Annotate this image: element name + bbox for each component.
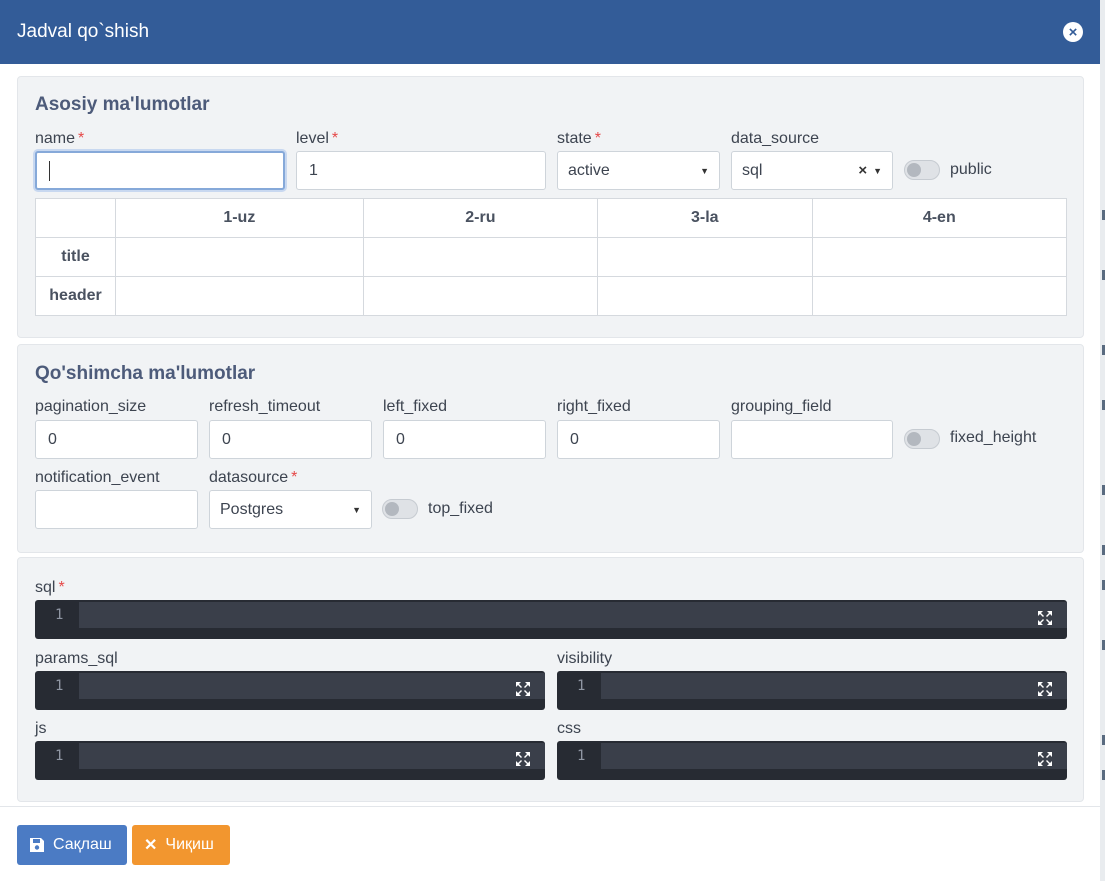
chevron-down-icon: ▼ (352, 504, 361, 515)
datasource-label: datasource * (209, 469, 298, 486)
line-number: 1 (577, 748, 586, 764)
modal-header: Jadval qo`shish × (0, 0, 1100, 64)
sql-label: sql * (35, 579, 65, 596)
js-editor[interactable]: 1 (35, 741, 545, 780)
active-line[interactable] (601, 673, 1067, 699)
exit-button[interactable]: ✕ Чиқиш (132, 825, 230, 865)
pagination-size-input[interactable]: 0 (35, 420, 198, 459)
line-number: 1 (55, 607, 64, 623)
table-row: title (35, 237, 1068, 277)
table-cell[interactable] (597, 237, 813, 277)
params-sql-label: params_sql (35, 650, 118, 667)
expand-icon[interactable] (515, 751, 531, 767)
extra-info-card: Qo'shimcha ma'lumotlar pagination_size 0… (17, 344, 1084, 553)
data-source-label: data_source (731, 130, 820, 147)
public-toggle[interactable] (904, 160, 940, 180)
modal-title: Jadval qo`shish (17, 21, 150, 42)
active-line[interactable] (79, 743, 545, 769)
public-label: public (950, 161, 992, 178)
add-table-modal: Jadval qo`shish × Asosiy ma'lumotlar nam… (0, 0, 1100, 881)
expand-icon[interactable] (1037, 610, 1053, 626)
expand-icon[interactable] (1037, 751, 1053, 767)
top-fixed-toggle[interactable] (382, 499, 418, 519)
exit-button-label: Чиқиш (165, 836, 214, 853)
right-fixed-input[interactable]: 0 (557, 420, 720, 459)
state-select[interactable]: active ▼ (557, 151, 720, 190)
table-cell[interactable] (362, 276, 599, 316)
modal-body: Asosiy ma'lumotlar name * level * 1 state *… (0, 64, 1100, 806)
active-line[interactable] (601, 743, 1067, 769)
line-number: 1 (55, 678, 64, 694)
times-icon: ✕ (144, 837, 158, 854)
close-icon[interactable]: × (1063, 22, 1083, 42)
row-header: title (35, 237, 116, 277)
left-fixed-input[interactable]: 0 (383, 420, 546, 459)
table-corner (35, 198, 116, 238)
notification-event-label: notification_event (35, 469, 160, 486)
refresh-timeout-label: refresh_timeout (209, 398, 321, 415)
basic-info-card: Asosiy ma'lumotlar name * level * 1 state *… (17, 76, 1084, 338)
table-cell[interactable] (115, 237, 364, 277)
visibility-editor[interactable]: 1 (557, 671, 1067, 710)
active-line[interactable] (79, 602, 1067, 628)
name-label: name * (35, 130, 85, 147)
line-number: 1 (55, 748, 64, 764)
datasource-select[interactable]: Postgres ▼ (209, 490, 372, 529)
modal-footer: Сақлаш ✕ Чиқиш (0, 806, 1100, 881)
column-header: 3-la (597, 198, 813, 238)
chevron-down-icon: ▼ (700, 165, 709, 176)
notification-event-input[interactable] (35, 490, 198, 529)
table-cell[interactable] (811, 237, 1068, 277)
table-cell[interactable] (362, 237, 599, 277)
table-cell[interactable] (811, 276, 1068, 316)
active-line[interactable] (79, 673, 545, 699)
column-header: 1-uz (115, 198, 364, 238)
left-fixed-label: left_fixed (383, 398, 448, 415)
sql-editor[interactable]: 1 (35, 600, 1067, 639)
line-number: 1 (577, 678, 586, 694)
state-label: state * (557, 130, 601, 147)
translations-table: 1-uz 2-ru 3-la 4-en title header (35, 198, 1068, 316)
css-editor[interactable]: 1 (557, 741, 1067, 780)
fixed-height-toggle[interactable] (904, 429, 940, 449)
extra-info-title: Qo'shimcha ma'lumotlar (35, 363, 256, 384)
column-header: 2-ru (362, 198, 599, 238)
save-button-label: Сақлаш (53, 836, 112, 853)
visibility-label: visibility (557, 650, 613, 667)
grouping-field-input[interactable] (731, 420, 893, 459)
table-cell[interactable] (115, 276, 364, 316)
level-input[interactable]: 1 (296, 151, 546, 190)
data-source-select[interactable]: sql × ▼ (731, 151, 893, 190)
column-header: 4-en (811, 198, 1068, 238)
table-row: header (35, 276, 1068, 316)
expand-icon[interactable] (515, 681, 531, 697)
code-card: sql * 1 params_sql 1 visibility 1 js 1 c… (17, 557, 1084, 802)
right-fixed-label: right_fixed (557, 398, 631, 415)
save-button[interactable]: Сақлаш (17, 825, 127, 865)
basic-info-title: Asosiy ma'lumotlar (35, 94, 210, 115)
floppy-disk-icon (29, 837, 45, 853)
refresh-timeout-input[interactable]: 0 (209, 420, 372, 459)
js-label: js (35, 720, 47, 737)
chevron-down-icon: ▼ (873, 165, 882, 176)
fixed-height-label: fixed_height (950, 429, 1037, 446)
params-sql-editor[interactable]: 1 (35, 671, 545, 710)
pagination-size-label: pagination_size (35, 398, 147, 415)
table-cell[interactable] (597, 276, 813, 316)
expand-icon[interactable] (1037, 681, 1053, 697)
grouping-field-label: grouping_field (731, 398, 832, 415)
top-fixed-label: top_fixed (428, 500, 493, 517)
row-header: header (35, 276, 116, 316)
clear-icon[interactable]: × (858, 162, 867, 179)
name-input[interactable] (35, 151, 285, 190)
level-label: level * (296, 130, 339, 147)
css-label: css (557, 720, 581, 737)
